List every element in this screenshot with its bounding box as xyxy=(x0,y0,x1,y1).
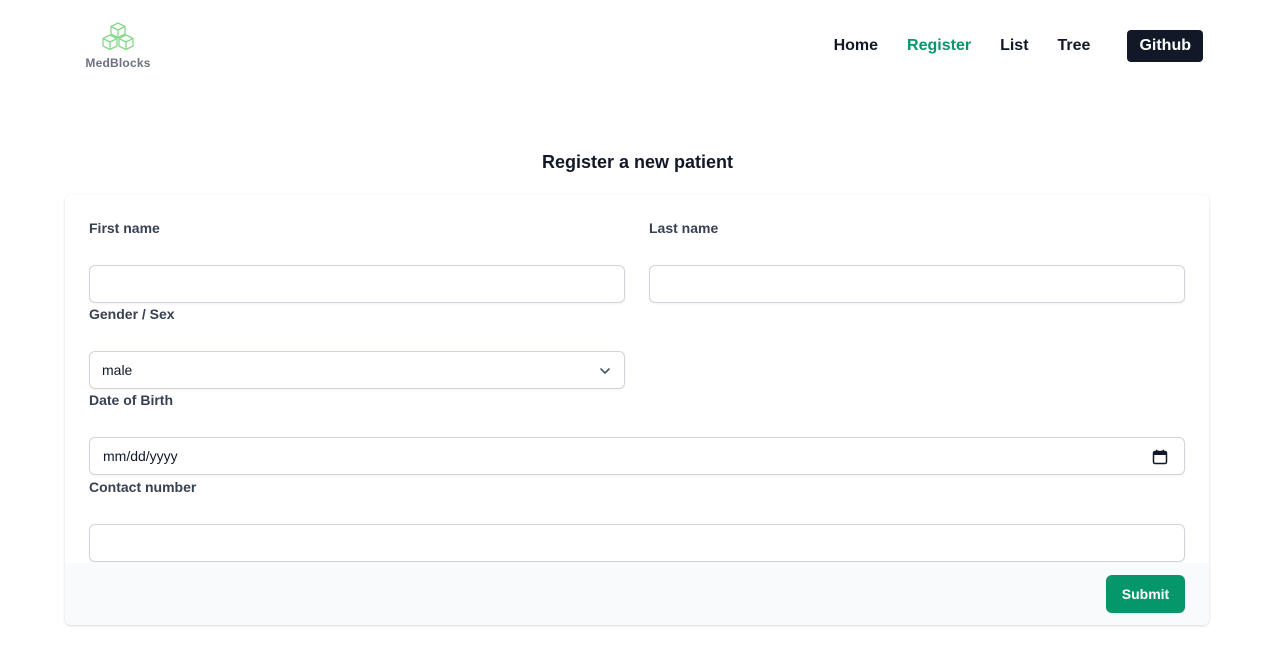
dob-label: Date of Birth xyxy=(89,392,173,408)
calendar-icon[interactable] xyxy=(1152,449,1168,465)
main-nav: Home Register List Tree Github xyxy=(805,30,1203,62)
contact-input[interactable] xyxy=(90,525,1184,561)
nav-list-link[interactable]: List xyxy=(1000,37,1028,55)
dob-placeholder: mm/dd/yyyy xyxy=(103,448,178,464)
last-name-input-wrapper xyxy=(649,265,1185,303)
first-name-field: First name xyxy=(89,218,625,304)
last-name-input[interactable] xyxy=(650,266,1184,302)
github-button[interactable]: Github xyxy=(1127,30,1203,62)
contact-input-wrapper xyxy=(89,524,1185,562)
chevron-down-icon xyxy=(600,368,610,374)
nav-register-link[interactable]: Register xyxy=(907,37,971,55)
gender-label: Gender / Sex xyxy=(89,306,175,322)
contact-field: Contact number xyxy=(89,477,1185,563)
page-title: Register a new patient xyxy=(541,152,734,172)
gender-selected-value: male xyxy=(102,362,133,378)
first-name-label: First name xyxy=(89,220,160,236)
submit-button[interactable]: Submit xyxy=(1106,575,1185,613)
brand-name: MedBlocks xyxy=(85,56,151,70)
contact-label: Contact number xyxy=(89,479,197,495)
first-name-input[interactable] xyxy=(90,266,624,302)
site-header: MedBlocks Home Register List Tree Github xyxy=(0,0,1285,92)
last-name-field: Last name xyxy=(649,218,1185,304)
last-name-label: Last name xyxy=(649,220,719,236)
gender-select[interactable]: male xyxy=(89,351,625,389)
first-name-input-wrapper xyxy=(89,265,625,303)
form-footer: Submit xyxy=(65,563,1209,625)
gender-field: Gender / Sex male xyxy=(89,304,625,390)
dob-input[interactable]: mm/dd/yyyy xyxy=(89,437,1185,475)
nav-tree-link[interactable]: Tree xyxy=(1058,37,1091,55)
brand-logo[interactable]: MedBlocks xyxy=(85,22,151,72)
dob-field: Date of Birth mm/dd/yyyy xyxy=(89,390,1185,476)
cubes-logo-icon xyxy=(102,22,134,51)
nav-home-link[interactable]: Home xyxy=(834,37,878,55)
registration-form-card: First name Last name Gender / Sex male D… xyxy=(65,195,1209,625)
